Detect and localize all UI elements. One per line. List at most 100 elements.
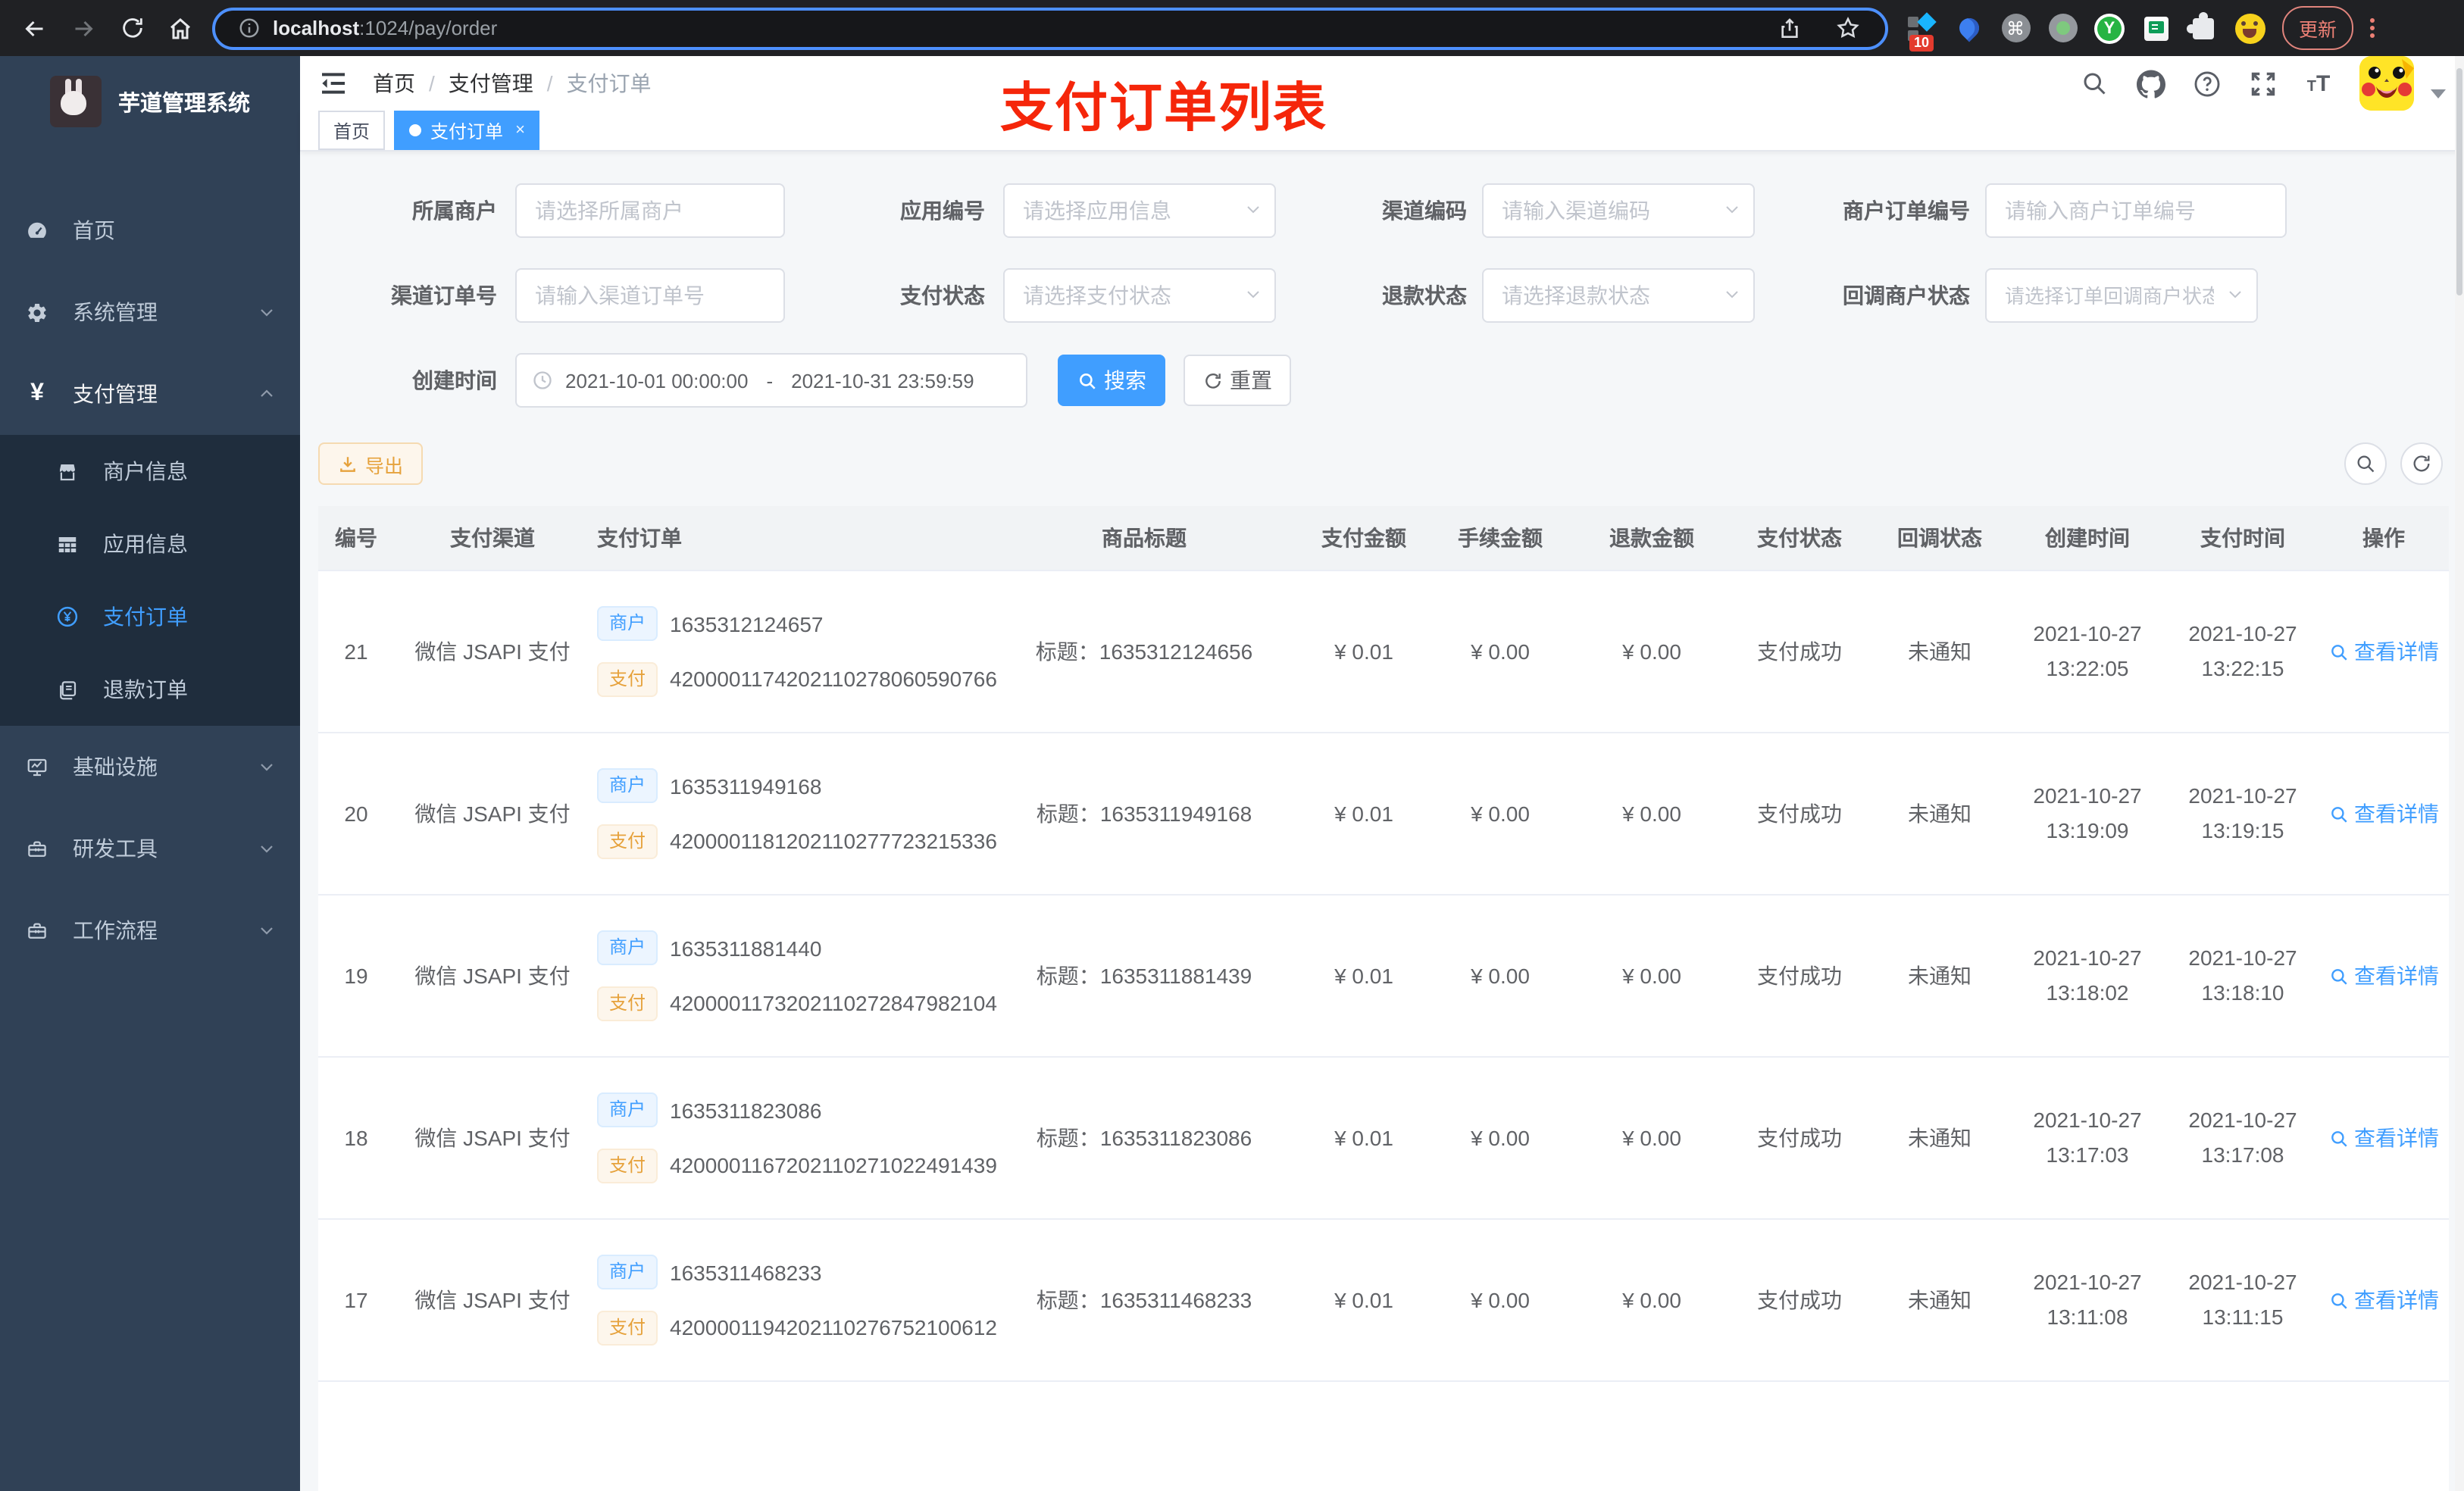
extension-chat-icon[interactable] — [2141, 13, 2172, 43]
github-icon[interactable] — [2135, 68, 2165, 98]
url-bar[interactable]: localhost:1024/pay/order — [212, 7, 1888, 49]
refund-amount: ¥ 0.00 — [1622, 802, 1681, 826]
chrome-update-button[interactable]: 更新 — [2282, 6, 2354, 50]
app-select[interactable] — [1003, 183, 1276, 238]
breadcrumb-pay[interactable]: 支付管理 — [449, 68, 533, 98]
page-scrollbar[interactable] — [2455, 56, 2464, 1491]
create-time: 2021-10-27 13:22:05 — [2033, 620, 2142, 680]
pay-status-select[interactable] — [1003, 268, 1276, 323]
show-search-button[interactable] — [2344, 442, 2387, 485]
pay-order-cell: 商户 1635311949168 支付 42000011812021102777… — [591, 768, 997, 859]
refresh-button[interactable] — [2400, 442, 2443, 485]
sidebar-item-dev-tools[interactable]: 研发工具 — [0, 808, 300, 889]
range-start: 2021-10-01 00:00:00 — [565, 369, 749, 392]
refund-status-select[interactable] — [1482, 268, 1755, 323]
filter-label: 回调商户状态 — [1843, 283, 1970, 308]
sidebar-item-merchant-info[interactable]: 商户信息 — [0, 435, 300, 508]
callback-status-select[interactable] — [1985, 268, 2258, 323]
pay-submenu: 商户信息 应用信息 支付订单 退款订单 — [0, 435, 300, 726]
create-time-range-picker[interactable]: 2021-10-01 00:00:00 - 2021-10-31 23:59:5… — [515, 353, 1027, 408]
browser-menu-icon[interactable] — [2370, 18, 2375, 38]
tag-pay-order[interactable]: 支付订单 × — [394, 111, 540, 150]
tag-home[interactable]: 首页 — [318, 111, 386, 150]
browser-back-icon[interactable] — [18, 11, 52, 45]
col-order: 支付订单 — [597, 526, 682, 550]
fullscreen-icon[interactable] — [2247, 68, 2278, 98]
browser-reload-icon[interactable] — [115, 11, 149, 45]
sidebar-item-workflow[interactable]: 工作流程 — [0, 889, 300, 971]
product-title: 标题：1635311949168 — [1036, 802, 1252, 826]
merchant-badge: 商户 — [597, 1092, 658, 1127]
user-avatar[interactable] — [2359, 56, 2414, 111]
extension-pin-icon[interactable] — [1953, 13, 1984, 43]
extensions-puzzle-icon[interactable] — [2187, 11, 2219, 43]
help-icon[interactable] — [2191, 68, 2222, 98]
col-amount: 支付金额 — [1321, 526, 1406, 550]
tag-label: 首页 — [333, 120, 371, 142]
extension-green-dot-icon[interactable] — [2047, 13, 2078, 43]
extension-y-icon[interactable]: Y — [2094, 13, 2125, 43]
merchant-input[interactable] — [515, 183, 785, 238]
sidebar-logo[interactable]: 芋道管理系统 — [0, 56, 300, 147]
product-title: 标题：1635312124656 — [1035, 639, 1253, 664]
extension-tampermonkey-icon[interactable]: 10 — [1906, 11, 1937, 51]
breadcrumb-home[interactable]: 首页 — [373, 68, 415, 98]
merchant-badge: 商户 — [597, 930, 658, 965]
view-detail-link[interactable]: 查看详情 — [2328, 799, 2439, 829]
action-cell: 查看详情 — [2319, 1285, 2449, 1315]
filter-label: 退款状态 — [1382, 283, 1467, 308]
filter-label: 支付状态 — [900, 283, 985, 308]
active-dot — [409, 124, 422, 136]
browser-home-icon[interactable] — [164, 11, 197, 45]
sidebar-item-label: 支付订单 — [103, 605, 188, 629]
table-header: 编号 支付渠道 支付订单 商品标题 支付金额 手续金额 退款金额 支付状态 回调… — [318, 506, 2449, 571]
view-detail-link[interactable]: 查看详情 — [2328, 1285, 2439, 1315]
site-info-icon[interactable] — [236, 11, 261, 45]
sidebar-item-pay-order[interactable]: 支付订单 — [0, 580, 300, 653]
sidebar-item-refund-order[interactable]: 退款订单 — [0, 653, 300, 726]
search-button[interactable]: 搜索 — [1058, 355, 1165, 406]
view-detail-link[interactable]: 查看详情 — [2328, 636, 2439, 667]
view-detail-link[interactable]: 查看详情 — [2328, 961, 2439, 991]
channel-pay-no: 4200001173202110272847982104 — [670, 991, 997, 1016]
sidebar-item-system[interactable]: 系统管理 — [0, 271, 300, 353]
close-icon[interactable]: × — [515, 121, 525, 139]
search-icon[interactable] — [2079, 68, 2109, 98]
sidebar-item-label: 基础设施 — [73, 755, 158, 779]
pay-channel: 微信 JSAPI 支付 — [414, 1126, 571, 1150]
gear-icon — [26, 301, 48, 324]
user-menu-caret-icon[interactable] — [2431, 89, 2446, 98]
export-button[interactable]: 导出 — [318, 442, 424, 485]
table-row: 18 微信 JSAPI 支付 商户 1635311823086 支付 42000… — [318, 1058, 2449, 1220]
sidebar-item-infra[interactable]: 基础设施 — [0, 726, 300, 808]
channel-order-no-input[interactable] — [515, 268, 785, 323]
top-navbar: 首页 / 支付管理 / 支付订单 支付订单列表 T T — [300, 56, 2464, 138]
dashboard-icon — [26, 219, 48, 242]
extension-command-icon[interactable]: ⌘ — [2000, 13, 2031, 43]
order-id: 18 — [344, 1126, 368, 1150]
extension-emoji-icon[interactable] — [2235, 13, 2265, 43]
filter-row-2: 渠道订单号 支付状态 退款状态 回调商户状态 — [300, 268, 2449, 323]
fee-amount: ¥ 0.00 — [1471, 1126, 1530, 1150]
channel-code-select[interactable] — [1482, 183, 1755, 238]
sidebar-collapse-icon[interactable] — [318, 67, 352, 100]
pay-amount: ¥ 0.01 — [1334, 1288, 1393, 1312]
merchant-badge: 商户 — [597, 768, 658, 803]
merchant-order-no-input[interactable] — [1985, 183, 2287, 238]
sidebar-item-app-info[interactable]: 应用信息 — [0, 508, 300, 580]
share-icon[interactable] — [1773, 11, 1806, 45]
view-detail-link[interactable]: 查看详情 — [2328, 1123, 2439, 1153]
browser-forward-icon[interactable] — [67, 11, 100, 45]
sidebar-item-pay[interactable]: ¥ 支付管理 — [0, 353, 300, 435]
order-id: 17 — [344, 1288, 368, 1312]
monitor-chart-icon — [26, 755, 48, 778]
font-size-icon[interactable]: TT — [2303, 68, 2334, 98]
sidebar-item-home[interactable]: 首页 — [0, 189, 300, 271]
reset-button[interactable]: 重置 — [1184, 355, 1291, 406]
channel-pay-no: 4200001167202110271022491439 — [670, 1153, 997, 1178]
bookmark-star-icon[interactable] — [1831, 11, 1864, 45]
fee-amount: ¥ 0.00 — [1471, 802, 1530, 826]
merchant-order-no: 1635312124657 — [670, 611, 824, 636]
col-create-time: 创建时间 — [2045, 526, 2130, 550]
screen: localhost:1024/pay/order 10 ⌘ Y 更新 芋道管理… — [0, 0, 2464, 1491]
